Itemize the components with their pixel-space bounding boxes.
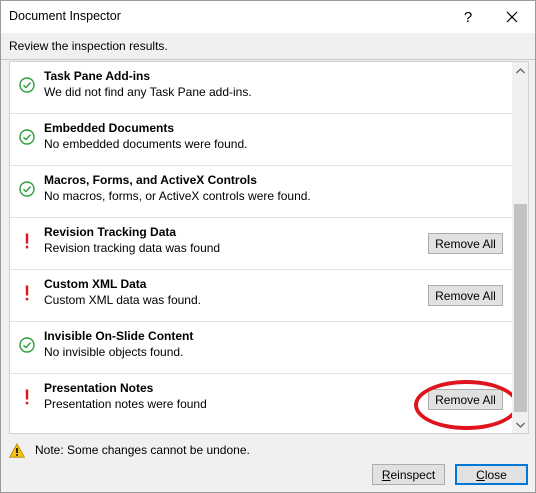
result-title: Macros, Forms, and ActiveX Controls bbox=[44, 173, 257, 187]
result-description: We did not find any Task Pane add-ins. bbox=[44, 85, 252, 99]
reinspect-button[interactable]: Reinspect bbox=[372, 464, 445, 485]
result-task-pane-add-ins: Task Pane Add-ins We did not find any Ta… bbox=[10, 62, 512, 114]
result-description: Presentation notes were found bbox=[44, 397, 207, 411]
scroll-up-arrow-icon[interactable] bbox=[512, 62, 528, 79]
undo-warning-note: Note: Some changes cannot be undone. bbox=[9, 442, 250, 458]
document-inspector-dialog: Document Inspector ? Review the inspecti… bbox=[0, 0, 536, 493]
results-list: Task Pane Add-ins We did not find any Ta… bbox=[9, 61, 529, 434]
title-bar: Document Inspector ? bbox=[1, 1, 535, 33]
result-title: Revision Tracking Data bbox=[44, 225, 177, 239]
result-description: Revision tracking data was found bbox=[44, 241, 221, 255]
reinspect-accelerator: R bbox=[381, 467, 391, 482]
close-button[interactable]: Close bbox=[455, 464, 528, 485]
reinspect-label: einspect bbox=[390, 467, 436, 482]
close-accelerator: C bbox=[476, 467, 485, 482]
exclamation-icon bbox=[18, 284, 36, 302]
check-circle-icon bbox=[18, 128, 36, 146]
close-label: lose bbox=[484, 467, 507, 482]
close-icon bbox=[506, 11, 518, 23]
check-circle-icon bbox=[18, 76, 36, 94]
scroll-down-arrow-icon[interactable] bbox=[512, 416, 528, 433]
note-text: Note: Some changes cannot be undone. bbox=[35, 443, 250, 457]
result-macros-forms-activex: Macros, Forms, and ActiveX Controls No m… bbox=[10, 166, 512, 218]
remove-all-presentation-notes-button[interactable]: Remove All bbox=[428, 389, 503, 410]
result-invisible-on-slide-content: Invisible On-Slide Content No invisible … bbox=[10, 322, 512, 374]
vertical-scrollbar[interactable] bbox=[512, 62, 528, 433]
instructions-text: Review the inspection results. bbox=[9, 39, 168, 53]
exclamation-icon bbox=[18, 388, 36, 406]
help-button[interactable]: ? bbox=[456, 5, 480, 29]
exclamation-icon bbox=[18, 232, 36, 250]
result-title: Presentation Notes bbox=[44, 381, 154, 395]
warning-triangle-icon bbox=[9, 442, 27, 458]
result-description: No embedded documents were found. bbox=[44, 137, 248, 151]
result-title: Custom XML Data bbox=[44, 277, 147, 291]
close-window-button[interactable] bbox=[500, 5, 524, 29]
remove-all-revision-tracking-button[interactable]: Remove All bbox=[428, 233, 503, 254]
check-circle-icon bbox=[18, 336, 36, 354]
result-description: No invisible objects found. bbox=[44, 345, 184, 359]
result-custom-xml-data: Custom XML Data Custom XML data was foun… bbox=[10, 270, 512, 322]
scrollbar-thumb[interactable] bbox=[514, 204, 527, 412]
check-circle-icon bbox=[18, 180, 36, 198]
divider bbox=[1, 59, 535, 60]
results-items: Task Pane Add-ins We did not find any Ta… bbox=[10, 62, 519, 433]
remove-all-custom-xml-button[interactable]: Remove All bbox=[428, 285, 503, 306]
result-description: Custom XML data was found. bbox=[44, 293, 201, 307]
result-description: No macros, forms, or ActiveX controls we… bbox=[44, 189, 311, 203]
result-title: Task Pane Add-ins bbox=[44, 69, 151, 83]
result-revision-tracking-data: Revision Tracking Data Revision tracking… bbox=[10, 218, 512, 270]
result-title: Invisible On-Slide Content bbox=[44, 329, 194, 343]
window-title: Document Inspector bbox=[9, 9, 121, 23]
result-embedded-documents: Embedded Documents No embedded documents… bbox=[10, 114, 512, 166]
result-title: Embedded Documents bbox=[44, 121, 175, 135]
result-presentation-notes: Presentation Notes Presentation notes we… bbox=[10, 374, 512, 426]
